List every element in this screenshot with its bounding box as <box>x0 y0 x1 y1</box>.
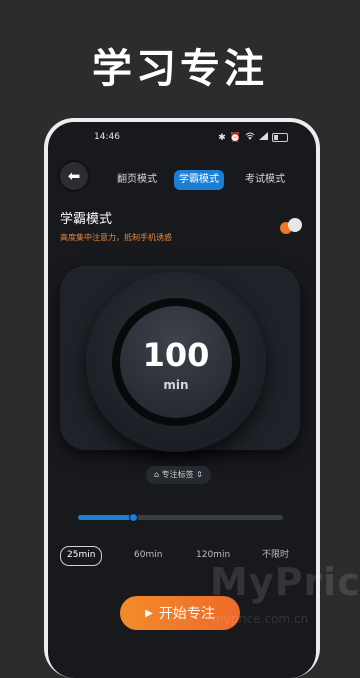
mode-title: 学霸模式 <box>60 212 113 227</box>
mode-toggle[interactable] <box>280 218 302 236</box>
wifi-icon <box>245 132 255 143</box>
status-bar: 14:46 ✱ ⏰ <box>48 130 316 146</box>
battery-icon <box>272 133 288 142</box>
status-icons: ✱ ⏰ <box>218 132 288 143</box>
slider-knob[interactable] <box>129 513 139 522</box>
tab-exam-mode[interactable]: 考试模式 <box>240 170 290 190</box>
bluetooth-icon: ✱ <box>218 132 226 143</box>
alarm-icon: ⏰ <box>229 132 241 143</box>
play-icon: ▶ <box>145 607 153 619</box>
watermark-sub: myprice.com.cn <box>212 612 309 626</box>
mode-description: 高度集中注意力，抵制手机诱惑 <box>60 233 172 242</box>
status-time: 14:46 <box>94 132 120 142</box>
signal-icon <box>259 132 268 143</box>
preset-60min[interactable]: 60min <box>128 546 168 564</box>
chevron-updown-icon: ⇕ <box>196 470 203 479</box>
duration-slider[interactable] <box>78 513 283 522</box>
timer-value: 100 <box>142 336 210 374</box>
timer-unit: min <box>163 378 189 392</box>
headline: 学习专注 <box>92 46 268 92</box>
tag-icon: ⌂ <box>154 470 160 479</box>
preset-25min[interactable]: 25min <box>60 546 103 566</box>
watermark: MyPrice <box>210 560 360 604</box>
back-arrow-icon: ⬅ <box>67 167 81 185</box>
focus-tag-label: 专注标签 <box>161 470 194 479</box>
focus-tag-selector[interactable]: ⌂ 专注标签 ⇕ <box>146 466 211 484</box>
tab-page-mode[interactable]: 翻页模式 <box>112 170 162 190</box>
back-button[interactable]: ⬅ <box>60 162 88 190</box>
tab-scholar-mode[interactable]: 学霸模式 <box>174 170 224 190</box>
toggle-knob <box>288 218 302 232</box>
start-focus-label: 开始专注 <box>158 606 215 622</box>
slider-fill <box>78 515 134 520</box>
